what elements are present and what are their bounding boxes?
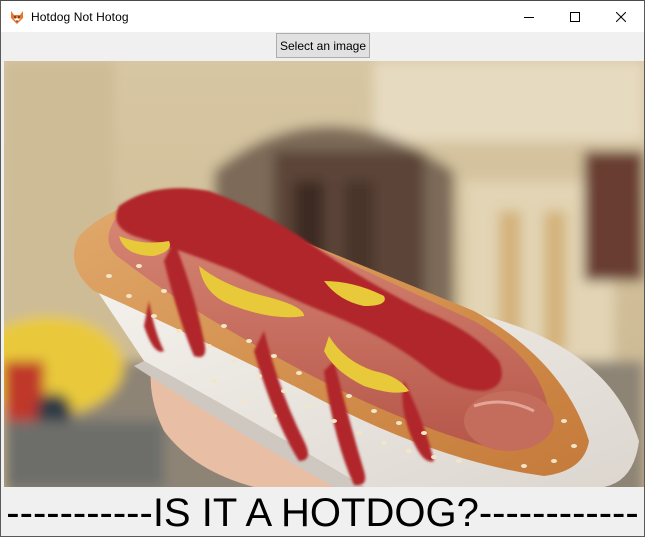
close-icon [616, 11, 626, 22]
result-label: -----------IS IT A HOTDOG?------------ [6, 491, 639, 535]
maximize-icon [570, 11, 580, 22]
close-button[interactable] [598, 1, 644, 32]
minimize-icon [524, 16, 534, 18]
window-controls [506, 1, 644, 32]
select-image-button[interactable]: Select an image [276, 33, 370, 58]
minimize-button[interactable] [506, 1, 552, 32]
window-title: Hotdog Not Hotog [31, 9, 129, 24]
fox-icon [9, 9, 25, 25]
app-window: Hotdog Not Hotog Select an image -------… [0, 0, 645, 537]
maximize-button[interactable] [552, 1, 598, 32]
title-bar[interactable]: Hotdog Not Hotog [1, 1, 644, 32]
hotdog-photo [4, 61, 644, 487]
